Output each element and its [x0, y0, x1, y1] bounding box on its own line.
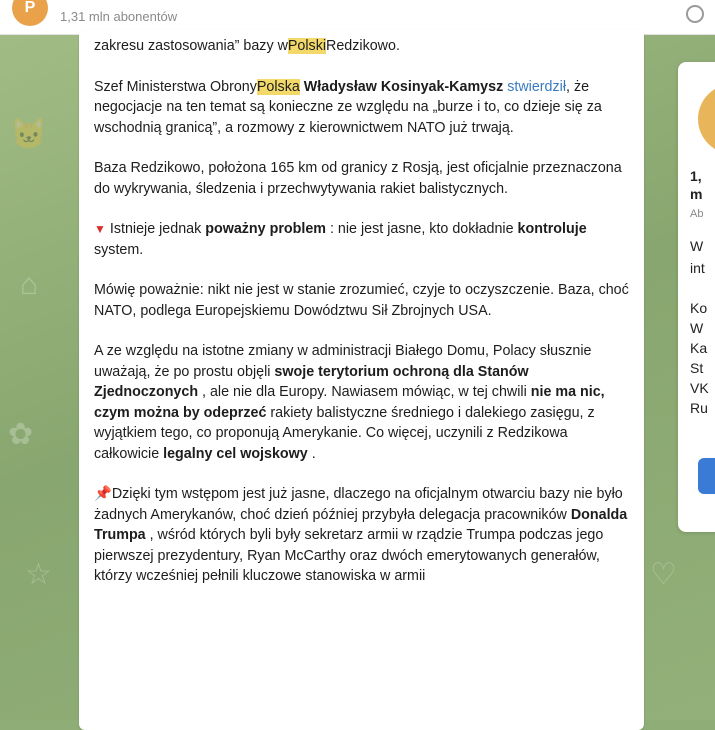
house-doodle-icon: ⌂: [20, 268, 39, 301]
side-subs-label: Ab: [690, 208, 704, 220]
cat-doodle-icon: 🐱: [10, 118, 48, 151]
highlight-text: Polska: [256, 78, 300, 95]
message-bubble[interactable]: zakresu zastosowania” bazy wPolskiRedzik…: [79, 30, 644, 730]
side-contact-4: St: [690, 360, 704, 376]
side-contact-6: Ru: [690, 400, 708, 416]
side-desc-1: W: [690, 238, 704, 254]
star-doodle-icon: ☆: [25, 558, 52, 591]
side-avatar[interactable]: [698, 84, 715, 154]
paragraph-7: 📌Dzięki tym wstępom jest już jasne, dlac…: [94, 484, 630, 587]
bold-text: legalny cel wojskowy: [163, 445, 308, 462]
side-contact-1: Ko: [690, 300, 708, 316]
text: Dzięki tym wstępom jest już jasne, dlacz…: [94, 486, 623, 523]
fish-doodle-icon: ✿: [8, 418, 34, 451]
text: , ale nie dla Europy. Nawiasem mówiąc, w…: [198, 384, 531, 400]
text: Istnieje jednak: [105, 221, 206, 237]
text: , wśród których byli były sekretarz armi…: [94, 527, 604, 584]
side-subs-number: 1,: [690, 168, 702, 184]
text: zakresu zastosowania” bazy w: [94, 38, 288, 54]
pushpin-icon: 📌: [94, 486, 112, 502]
text: : nie jest jasne, kto dokładnie: [326, 221, 518, 237]
paragraph-5: Mówię poważnie: nikt nie jest w stanie z…: [94, 282, 629, 319]
red-triangle-icon: ▼: [94, 222, 106, 236]
channel-avatar[interactable]: P: [12, 0, 48, 26]
message-text: zakresu zastosowania” bazy wPolskiRedzik…: [79, 30, 644, 587]
paragraph-4: ▼ Istnieje jednak poważny problem : nie …: [94, 219, 630, 260]
side-desc-2: int: [690, 260, 705, 276]
search-icon[interactable]: [681, 2, 705, 30]
channel-info-card: 1, m Ab W int Ko W Ka St VK Ru: [678, 62, 715, 532]
side-contact-5: VK: [690, 380, 709, 396]
source-link[interactable]: stwierdził: [507, 79, 566, 95]
side-contact-3: Ka: [690, 340, 708, 356]
text: system.: [94, 241, 144, 258]
paragraph-6: A ze względu na istotne zmiany w adminis…: [94, 341, 630, 464]
paragraph-3: Baza Redzikowo, położona 165 km od grani…: [94, 160, 622, 197]
text: .: [307, 445, 316, 462]
bold-text: poważny problem: [205, 221, 326, 237]
highlight-text: Polski: [287, 38, 327, 54]
paragraph-2: Szef Ministerstwa ObronyPolska Władysław…: [94, 77, 630, 139]
heart-doodle-icon: ♡: [650, 558, 677, 591]
subscriber-count: 1,31 mln abonentów: [60, 9, 178, 24]
side-contact-2: W: [690, 320, 704, 336]
paragraph-1: zakresu zastosowania” bazy wPolskiRedzik…: [94, 36, 630, 57]
text: Szef Ministerstwa Obrony: [94, 78, 257, 95]
text: Redzikowo.: [326, 38, 400, 54]
side-subs-unit: m: [690, 186, 703, 202]
bold-text: Władysław Kosinyak-Kamysz: [299, 78, 504, 95]
join-button[interactable]: [698, 458, 715, 494]
bold-text: kontroluje: [517, 221, 587, 237]
